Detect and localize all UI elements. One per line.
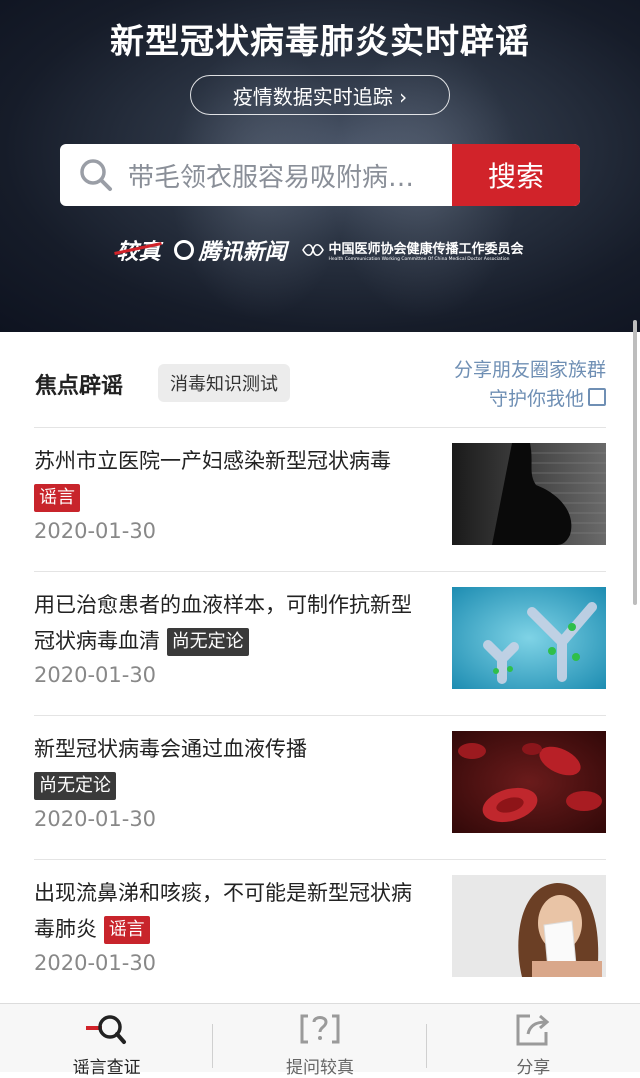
jiaozhen-logo: 较真: [116, 234, 160, 266]
item-date: 2020-01-30: [34, 663, 157, 687]
tab-ask[interactable]: 提问较真: [213, 1004, 427, 1078]
verdict-badge: 谣言: [34, 484, 80, 512]
tencent-logo-icon: [174, 240, 195, 260]
item-title: 苏州市立医院一产妇感染新型冠状病毒: [34, 449, 391, 473]
item-title: 出现流鼻涕和咳痰，不可能是新型冠状病毒肺炎: [34, 881, 412, 941]
rumor-check-icon: [85, 1015, 126, 1044]
share-icon: [516, 1014, 550, 1046]
blood-cells-thumbnail: [452, 731, 606, 833]
tab-label: 提问较真: [285, 1058, 354, 1078]
verdict-badge: 尚无定论: [34, 772, 116, 800]
external-share-icon: [588, 388, 606, 406]
search-icon: [80, 159, 112, 191]
section-title: 焦点辟谣: [35, 374, 124, 399]
item-date: 2020-01-30: [34, 807, 157, 831]
scrollbar[interactable]: [633, 320, 637, 605]
list-item[interactable]: 新型冠状病毒会通过血液传播尚无定论 2020-01-30: [34, 715, 606, 859]
search-button[interactable]: 搜索: [452, 144, 580, 206]
tab-label: 谣言查证: [72, 1058, 141, 1078]
list-item[interactable]: 苏州市立医院一产妇感染新型冠状病毒 谣言 2020-01-30: [34, 427, 606, 571]
share-link[interactable]: 分享朋友圈家族群 守护你我他: [454, 356, 606, 414]
search-bar: 带毛领衣服容易吸附病… 搜索: [60, 144, 580, 206]
item-date: 2020-01-30: [34, 951, 157, 975]
association-name-en: Health Communication Working Committee O…: [328, 257, 510, 262]
page-title: 新型冠状病毒肺炎实时辟谣: [110, 22, 530, 62]
verdict-badge: 谣言: [103, 916, 150, 944]
item-title: 新型冠状病毒会通过血液传播: [34, 737, 307, 761]
disinfection-quiz-button[interactable]: 消毒知识测试: [158, 364, 290, 402]
tencent-news-logo: 腾讯新闻: [174, 234, 287, 266]
share-line-1: 分享朋友圈家族群: [453, 359, 606, 381]
item-date: 2020-01-30: [34, 519, 157, 543]
sneezing-woman-thumbnail: [452, 875, 606, 977]
tencent-news-label: 腾讯新闻: [198, 240, 287, 265]
bottom-tab-bar: 谣言查证 提问较真 分享: [0, 1003, 640, 1078]
search-placeholder: 带毛领衣服容易吸附病…: [128, 162, 415, 193]
association-emblem-icon: [301, 243, 324, 257]
verdict-badge: 尚无定论: [166, 628, 249, 656]
association-name: 中国医师协会健康传播工作委员会: [328, 242, 524, 257]
data-tracker-button[interactable]: 疫情数据实时追踪 ›: [190, 75, 450, 115]
search-input[interactable]: 带毛领衣服容易吸附病…: [60, 144, 452, 206]
list-item[interactable]: 出现流鼻涕和咳痰，不可能是新型冠状病毒肺炎 谣言 2020-01-30: [34, 859, 606, 1003]
share-line-2: 守护你我他: [488, 388, 584, 410]
antibody-thumbnail: [452, 587, 606, 689]
pregnant-silhouette-thumbnail: [452, 443, 606, 545]
tab-label: 分享: [516, 1058, 551, 1078]
list-item[interactable]: 用已治愈患者的血液样本，可制作抗新型冠状病毒血清 尚无定论 2020-01-30: [34, 571, 606, 715]
tab-share[interactable]: 分享: [427, 1004, 640, 1078]
association-logo: 中国医师协会健康传播工作委员会 Health Communication Wor…: [301, 238, 524, 262]
partner-logos: 较真 腾讯新闻 中国医师协会健康传播工作委员会 Health Communica…: [0, 232, 640, 268]
hero-banner: 新型冠状病毒肺炎实时辟谣 疫情数据实时追踪 › 带毛领衣服容易吸附病… 搜索 较…: [0, 0, 640, 332]
tab-rumor-check[interactable]: 谣言查证: [0, 1004, 214, 1078]
question-icon: [300, 1014, 340, 1044]
